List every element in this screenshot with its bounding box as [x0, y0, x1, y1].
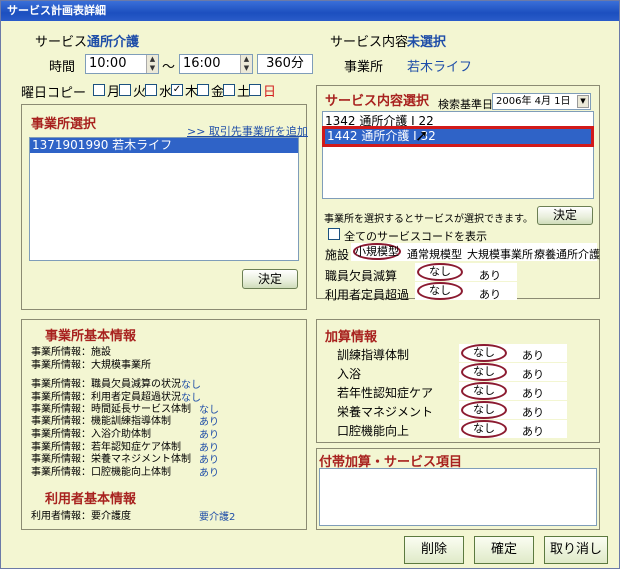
service-value: 通所介護 [87, 35, 140, 50]
service-select-title: サービス内容選択 [325, 94, 430, 109]
spin-down-icon[interactable]: ▼ [241, 64, 252, 73]
weekday-checkbox[interactable] [197, 84, 209, 96]
service-label: サービス [35, 35, 88, 50]
office-list[interactable]: 1371901990 若木ライフ [29, 137, 299, 261]
staff-shortage-none[interactable]: なし [417, 263, 463, 281]
time-from-value: 10:00 [89, 56, 127, 71]
service-content-value: 未選択 [407, 35, 447, 50]
mouse-cursor-icon: ➚ [415, 126, 429, 145]
service-list[interactable]: 1342 通所介護 I 22 1442 通所介護 I 32 [322, 111, 594, 199]
search-date-value: 2006年 4月 1日 [496, 96, 571, 107]
facility-option-large[interactable]: 大規模事業所 [467, 246, 533, 262]
list-item[interactable]: 1371901990 若木ライフ [30, 138, 298, 153]
office-label: 事業所 [344, 60, 384, 75]
search-date-label: 検索基準日 [438, 98, 493, 111]
staff-shortage-yes[interactable]: あり [479, 267, 501, 283]
time-to-value: 16:00 [183, 56, 221, 71]
show-all-label: 全てのサービスコードを表示 [344, 230, 487, 243]
search-date-picker[interactable]: 2006年 4月 1日 ▼ [492, 93, 591, 110]
addition-label: 口腔機能向上 [337, 424, 410, 438]
list-item[interactable]: 1342 通所介護 I 22 [323, 114, 593, 129]
addition-label: 訓練指導体制 [337, 348, 410, 362]
addition-yes-option[interactable]: あり [522, 385, 544, 401]
service-confirm-button[interactable]: 決定 [537, 206, 593, 225]
spin-down-icon[interactable]: ▼ [147, 64, 158, 73]
weekday-checkbox[interactable] [145, 84, 157, 96]
list-item[interactable]: 1442 通所介護 I 32 [322, 126, 594, 147]
addition-label: 入浴 [337, 367, 362, 381]
addition-yes-option[interactable]: あり [522, 423, 544, 439]
time-to-spinner[interactable]: ▲ ▼ [240, 55, 252, 73]
addition-none-option[interactable]: なし [461, 420, 507, 438]
user-over-label: 利用者定員超過 [325, 288, 410, 302]
addition-none-option[interactable]: なし [461, 344, 507, 362]
time-to-field[interactable]: 16:00 ▲ ▼ [179, 54, 253, 74]
weekday-copy-label: 曜日コピー [21, 86, 87, 101]
weekday-checkbox[interactable] [119, 84, 131, 96]
addition-label: 栄養マネジメント [337, 405, 434, 419]
facility-option-care[interactable]: 療養通所介護 [534, 246, 600, 262]
time-from-field[interactable]: 10:00 ▲ ▼ [85, 54, 159, 74]
time-separator: 〜 [162, 60, 176, 75]
extra-list[interactable] [319, 468, 597, 526]
office-info-title: 事業所基本情報 [45, 329, 137, 344]
service-content-label: サービス内容 [330, 35, 409, 50]
user-info-value: 要介護2 [199, 512, 236, 523]
weekday-checkbox[interactable] [223, 84, 235, 96]
weekday-label: 日 [263, 85, 277, 100]
delete-button[interactable]: 削除 [404, 536, 464, 564]
addition-none-option[interactable]: なし [461, 363, 507, 381]
addition-none-option[interactable]: なし [461, 382, 507, 400]
window-title: サービス計画表詳細 [1, 1, 619, 21]
staff-shortage-label: 職員欠員減算 [325, 269, 398, 283]
addition-yes-option[interactable]: あり [522, 404, 544, 420]
time-label: 時間 [49, 60, 76, 75]
chevron-down-icon[interactable]: ▼ [577, 95, 589, 108]
service-hint: 事業所を選択するとサービスが選択できます。 [324, 214, 533, 225]
office-select-title: 事業所選択 [31, 117, 97, 132]
ok-button[interactable]: 確定 [474, 536, 534, 564]
spin-up-icon[interactable]: ▲ [241, 55, 252, 64]
office-info-label: 事業所情報：口腔機能向上体制 [31, 467, 171, 478]
user-info-title: 利用者基本情報 [45, 492, 137, 507]
weekday-checkbox[interactable] [93, 84, 105, 96]
addition-yes-option[interactable]: あり [522, 366, 544, 382]
facility-option-small[interactable]: 小規模型 [353, 243, 401, 260]
dialog-window: サービス計画表詳細 サービス 通所介護 サービス内容 未選択 時間 10:00 … [0, 0, 620, 569]
cancel-button[interactable]: 取り消し [544, 536, 608, 564]
addition-title: 加算情報 [325, 330, 378, 345]
time-from-spinner[interactable]: ▲ ▼ [146, 55, 158, 73]
office-info-label: 事業所情報：大規模事業所 [31, 360, 151, 371]
show-all-checkbox[interactable] [328, 228, 340, 240]
facility-label: 施設 [325, 248, 350, 262]
office-info-value: あり [199, 468, 219, 479]
office-value: 若木ライフ [407, 60, 473, 75]
facility-option-normal[interactable]: 通常規模型 [407, 246, 462, 262]
office-confirm-button[interactable]: 決定 [242, 269, 298, 289]
spin-up-icon[interactable]: ▲ [147, 55, 158, 64]
user-over-none[interactable]: なし [417, 282, 463, 300]
addition-yes-option[interactable]: あり [522, 347, 544, 363]
duration-field: 360分 [257, 54, 313, 74]
addition-label: 若年性認知症ケア [337, 386, 434, 400]
weekday-checkbox[interactable]: ✓ [171, 84, 183, 96]
addition-none-option[interactable]: なし [461, 401, 507, 419]
user-over-yes[interactable]: あり [479, 286, 501, 302]
weekday-checkbox[interactable] [249, 84, 261, 96]
user-info-label: 利用者情報：要介護度 [31, 511, 131, 522]
